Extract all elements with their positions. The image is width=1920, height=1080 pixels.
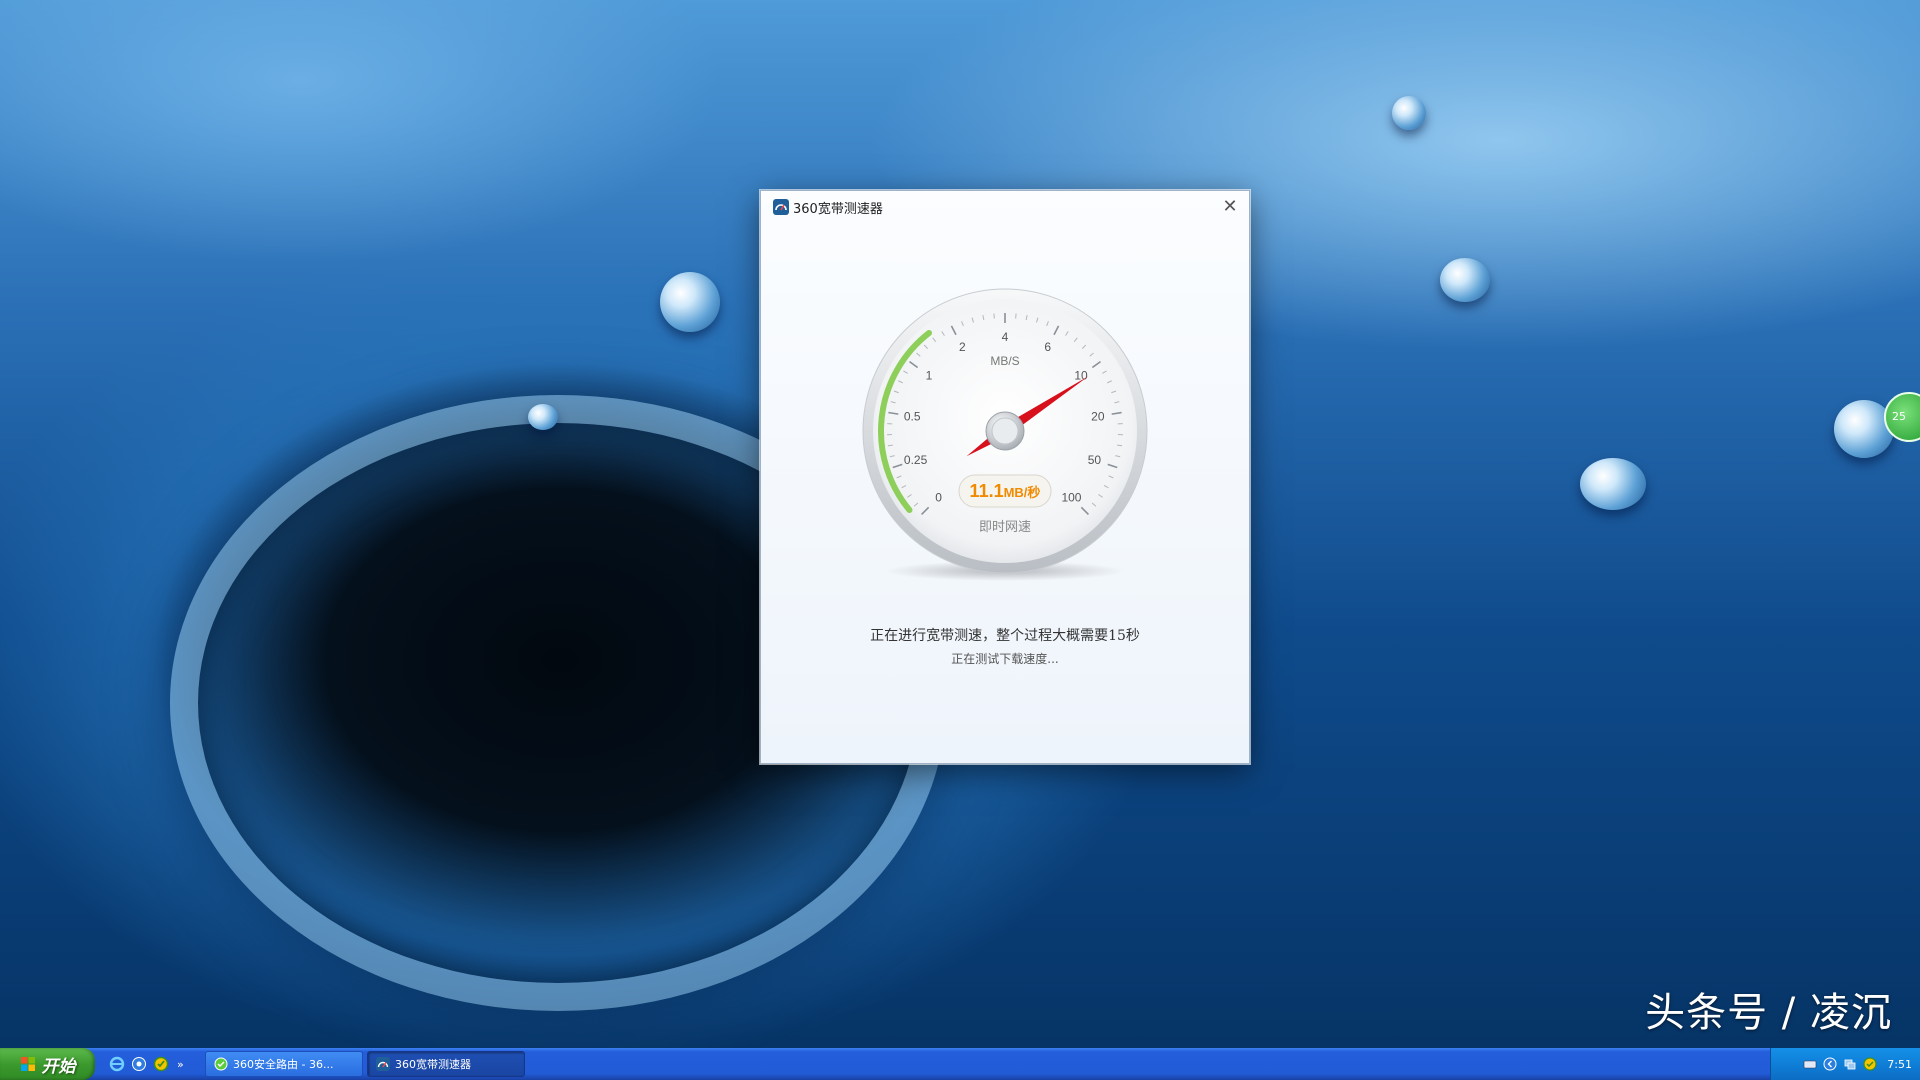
clock[interactable]: 7:51 — [1887, 1058, 1912, 1071]
taskbar-item-speedtest[interactable]: 360宽带测速器 — [367, 1051, 525, 1077]
speed-unit: MB/秒 — [1004, 485, 1041, 500]
internet-explorer-icon[interactable] — [109, 1056, 125, 1072]
status-detail: 正在测试下载速度... — [951, 652, 1059, 666]
taskbar-item-label: 360安全路由 - 36... — [233, 1058, 334, 1071]
speedometer-icon — [773, 199, 789, 215]
gauge-tick — [1117, 444, 1123, 447]
taskbar-item-router[interactable]: 360安全路由 - 36... — [205, 1051, 363, 1077]
gauge-tick-label: 4 — [1002, 330, 1009, 344]
network-icon[interactable] — [1843, 1057, 1857, 1071]
speed-gauge: 0 0.25 0.5 1 2 4 6 10 20 50 100 MB/S 11.1MB/秒 即时网速 — [855, 281, 1155, 581]
window-title: 360宽带测速器 — [793, 201, 883, 217]
gauge-tick-label: 50 — [1088, 453, 1102, 467]
quick-launch: » — [109, 1056, 201, 1072]
taskbar: 开始 » 360安全路由 - 36... 360宽带测速器 7:51 — [0, 1048, 1920, 1080]
gauge-tick-label: 0.5 — [904, 409, 921, 423]
360-safe-icon[interactable] — [1863, 1057, 1877, 1071]
start-button[interactable]: 开始 — [0, 1048, 95, 1080]
watermark: 头条号 / 凌沉 — [1645, 990, 1892, 1036]
status-message: 正在进行宽带测速，整个过程大概需要15秒 — [870, 628, 1140, 644]
gauge-hub-cap — [991, 417, 1019, 445]
browser-icon[interactable] — [131, 1056, 147, 1072]
water-droplet — [1580, 458, 1646, 510]
speedometer-icon — [376, 1057, 390, 1071]
gauge-caption: 即时网速 — [979, 520, 1031, 535]
system-tray: 7:51 — [1770, 1048, 1920, 1080]
gauge-tick-label: 1 — [926, 369, 933, 383]
water-droplet — [660, 272, 720, 332]
gauge-tick-label: 20 — [1091, 409, 1105, 423]
close-icon: ✕ — [1222, 196, 1238, 217]
taskbar-item-label: 360宽带测速器 — [395, 1058, 471, 1071]
start-label: 开始 — [41, 1056, 76, 1077]
gauge-tick-label: 0.25 — [904, 453, 928, 467]
speed-value: 11.1 — [970, 481, 1004, 501]
360-router-icon — [214, 1057, 228, 1071]
title-bar[interactable]: 360宽带测速器 ✕ — [761, 191, 1249, 223]
close-button[interactable]: ✕ — [1219, 196, 1241, 218]
windows-logo-icon — [20, 1057, 35, 1071]
gauge-tick-label: 6 — [1044, 340, 1051, 354]
gauge-tick — [887, 444, 893, 447]
keyboard-icon[interactable] — [1803, 1057, 1817, 1071]
water-droplet — [1392, 96, 1426, 130]
water-droplet — [528, 404, 558, 430]
water-droplet — [1440, 258, 1490, 302]
gauge-tick-label: 100 — [1061, 490, 1081, 504]
gauge-unit-label: MB/S — [990, 354, 1019, 368]
gauge-tick-label: 0 — [935, 490, 942, 504]
quick-launch-more-button[interactable]: » — [177, 1058, 184, 1071]
gauge-tick-label: 2 — [959, 340, 966, 354]
back-arrow-icon[interactable] — [1823, 1057, 1837, 1071]
speedtest-window: 360宽带测速器 ✕ 0 0.25 0.5 1 2 4 6 10 20 50 1… — [760, 190, 1250, 764]
speed-gauge-dial: 00.250.51246102050100 MB/S 11.1MB/秒 即时网速 — [862, 288, 1148, 581]
360-safe-icon[interactable] — [153, 1056, 169, 1072]
